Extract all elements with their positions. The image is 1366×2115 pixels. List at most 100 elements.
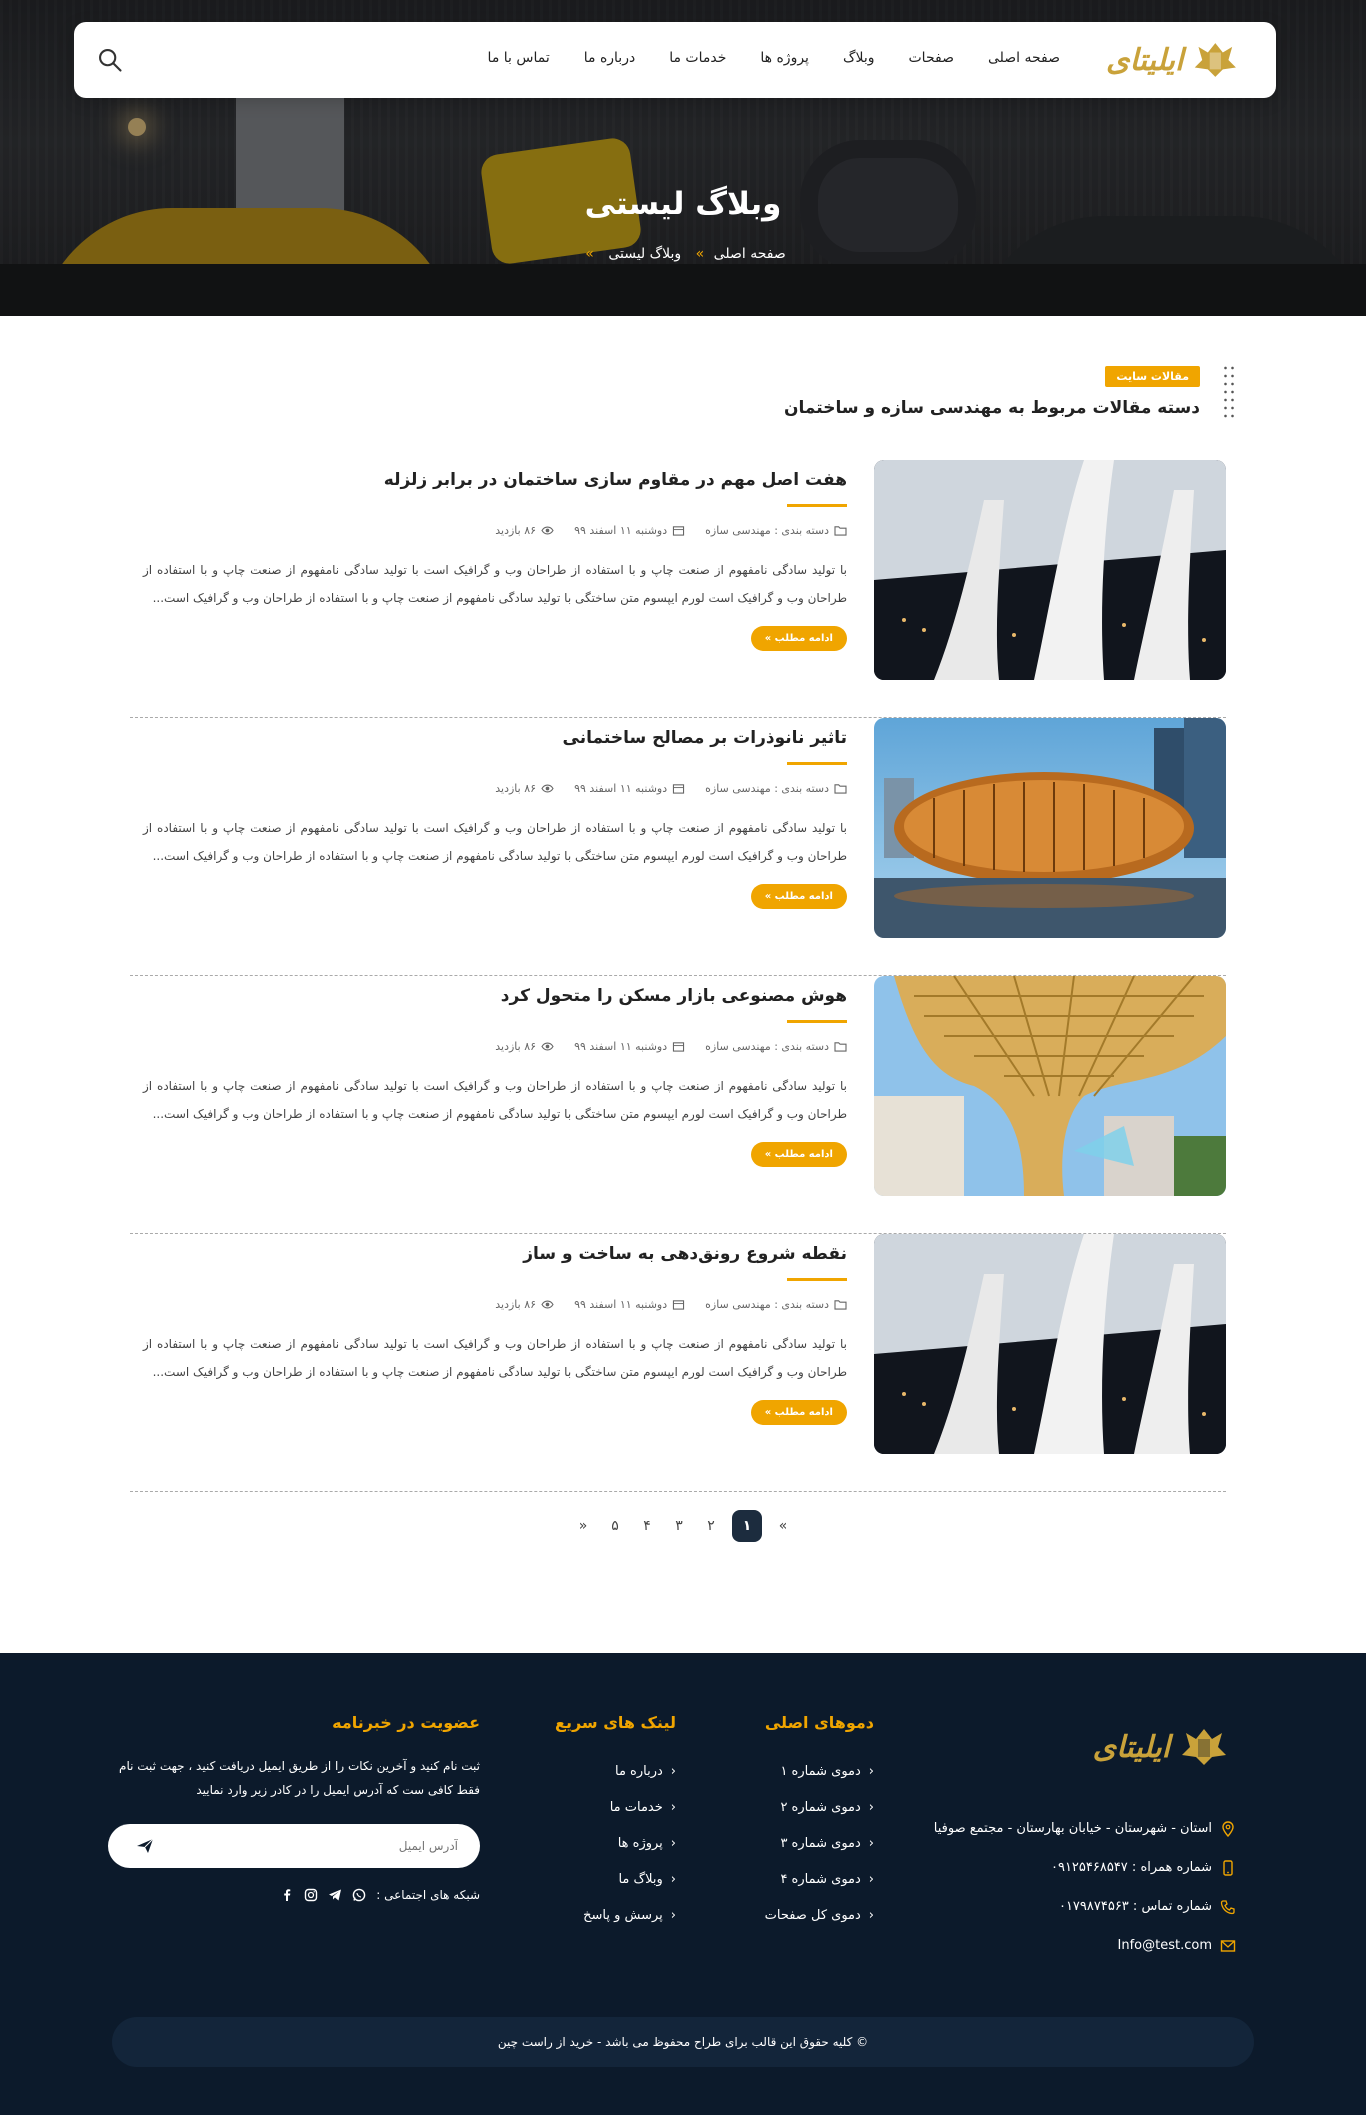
footer-demo-link[interactable]: دموی شماره ۲: [765, 1790, 874, 1826]
post-image[interactable]: [874, 1234, 1226, 1454]
read-more-button[interactable]: ادامه مطلب »: [750, 626, 847, 651]
newsletter-text: ثبت نام کنید و آخرین نکات را از طریق ایم…: [119, 1759, 480, 1797]
contact-phone-text: شماره تماس : ۰۱۷۹۸۷۴۵۶۳: [1058, 1899, 1212, 1914]
post-image-art: [874, 1234, 1226, 1454]
footer-logo[interactable]: ایلیتای: [1093, 1725, 1230, 1769]
post-title[interactable]: تاثیر نانوذرات بر مصالح ساختمانی: [563, 728, 847, 748]
post-title[interactable]: هفت اصل مهم در مقاوم سازی ساختمان در برا…: [384, 470, 847, 490]
breadcrumb-separator: »: [585, 246, 594, 262]
read-more-button[interactable]: ادامه مطلب »: [750, 884, 847, 909]
site-logo[interactable]: ایلیتای: [1106, 34, 1240, 86]
contact-email-link[interactable]: Info@test.com: [1118, 1926, 1212, 1965]
nav-pages[interactable]: صفحات: [909, 50, 954, 66]
facebook-icon[interactable]: [280, 1888, 294, 1902]
title-underline: [787, 762, 847, 765]
post-category-text: دسته بندی : مهندسی سازه: [705, 524, 829, 537]
page-5[interactable]: ۵: [604, 1510, 626, 1542]
contact-mobile-text: شماره همراه : ۰۹۱۲۵۴۶۸۵۴۷: [1050, 1860, 1212, 1875]
footer-demos-title: دموهای اصلی: [764, 1713, 874, 1732]
post-image-art: [874, 718, 1226, 938]
footer-demo-link[interactable]: دموی شماره ۴: [765, 1862, 874, 1898]
title-underline: [787, 1020, 847, 1023]
post-views-text: ۸۶ بازدید: [495, 782, 537, 795]
social-links: شبکه های اجتماعی :: [108, 1888, 480, 1902]
footer-quick-link[interactable]: خدمات ما: [555, 1790, 676, 1826]
telegram-icon[interactable]: [328, 1888, 342, 1902]
copyright-text: © کلیه حقوق این قالب برای طراح محفوظ می …: [497, 2035, 869, 2049]
post-image[interactable]: [874, 976, 1226, 1196]
read-more-button[interactable]: ادامه مطلب »: [750, 1142, 847, 1167]
whatsapp-icon[interactable]: [352, 1888, 366, 1902]
breadcrumb-home[interactable]: صفحه اصلی: [714, 246, 786, 262]
post-image-art: [874, 460, 1226, 680]
post-card: نقطه شروع رونق‌دهی به ساخت و ساز دسته بن…: [130, 1234, 1226, 1492]
nav-projects[interactable]: پروژه ها: [760, 50, 809, 66]
footer-quick-link[interactable]: درباره ما: [555, 1754, 676, 1790]
post-image[interactable]: [874, 718, 1226, 938]
footer-demos: دموهای اصلی دموی شماره ۱ دموی شماره ۲ دم…: [765, 1713, 874, 1934]
post-category: دسته بندی : مهندسی سازه: [705, 1298, 847, 1311]
breadcrumb-current: وبلاگ لیستی: [608, 246, 682, 262]
post-image[interactable]: [874, 460, 1226, 680]
nav-contact[interactable]: تماس با ما: [488, 50, 550, 66]
site-header: ایلیتای صفحه اصلی صفحات وبلاگ پروژه ها خ…: [74, 22, 1276, 98]
newsletter-email-input[interactable]: [180, 1824, 480, 1868]
page-1[interactable]: ۱: [732, 1510, 762, 1542]
search-icon[interactable]: [96, 46, 124, 74]
post-meta: دسته بندی : مهندسی سازه دوشنبه ۱۱ اسفند …: [495, 1298, 847, 1311]
post-excerpt: با تولید سادگی نامفهوم از صنعت چاپ و با …: [143, 1337, 847, 1379]
footer-quick-link[interactable]: پروژه ها: [555, 1826, 676, 1862]
post-date-text: دوشنبه ۱۱ اسفند ۹۹: [574, 524, 668, 537]
footer-demo-link[interactable]: دموی شماره ۱: [765, 1754, 874, 1790]
location-icon: [1222, 1820, 1234, 1837]
footer-quick-link[interactable]: پرسش و پاسخ: [555, 1898, 676, 1934]
footer-quick-title: لینک های سریع: [555, 1713, 676, 1732]
read-more-button[interactable]: ادامه مطلب »: [750, 1400, 847, 1425]
post-meta: دسته بندی : مهندسی سازه دوشنبه ۱۱ اسفند …: [495, 524, 847, 537]
post-date-text: دوشنبه ۱۱ اسفند ۹۹: [574, 1040, 668, 1053]
post-date: دوشنبه ۱۱ اسفند ۹۹: [574, 1298, 685, 1311]
page-4[interactable]: ۴: [636, 1510, 658, 1542]
post-views-text: ۸۶ بازدید: [495, 1040, 537, 1053]
nav-blog[interactable]: وبلاگ: [843, 50, 875, 66]
post-category: دسته بندی : مهندسی سازه: [705, 1040, 847, 1053]
instagram-icon[interactable]: [304, 1888, 318, 1902]
pagination-prev[interactable]: »: [772, 1510, 794, 1542]
dots-decoration: [1222, 364, 1236, 420]
brand-emblem-icon: [1195, 43, 1237, 77]
footer-brand-name: ایلیتای: [1092, 1729, 1170, 1765]
post-title[interactable]: نقطه شروع رونق‌دهی به ساخت و ساز: [523, 1244, 847, 1264]
footer-demo-link[interactable]: دموی شماره ۳: [765, 1826, 874, 1862]
brand-name: ایلیتای: [1106, 42, 1184, 78]
post-date: دوشنبه ۱۱ اسفند ۹۹: [574, 524, 685, 537]
calendar-icon: [673, 1300, 685, 1310]
post-date-text: دوشنبه ۱۱ اسفند ۹۹: [574, 782, 668, 795]
footer-demos-list: دموی شماره ۱ دموی شماره ۲ دموی شماره ۳ د…: [765, 1754, 874, 1934]
eye-icon: [541, 1042, 554, 1051]
calendar-icon: [673, 1042, 685, 1052]
breadcrumb-separator: »: [695, 246, 705, 262]
folder-icon: [834, 1300, 847, 1310]
post-category-text: دسته بندی : مهندسی سازه: [705, 1040, 829, 1053]
nav-home[interactable]: صفحه اصلی: [988, 50, 1060, 66]
mobile-icon: [1223, 1859, 1233, 1876]
footer-quick-links: لینک های سریع درباره ما خدمات ما پروژه ه…: [555, 1713, 676, 1934]
send-icon[interactable]: [136, 1838, 154, 1854]
pagination-next[interactable]: «: [572, 1510, 594, 1542]
page-3[interactable]: ۳: [668, 1510, 690, 1542]
nav-about[interactable]: درباره ما: [584, 50, 635, 66]
section-title: دسته مقالات مربوط به مهندسی سازه و ساختم…: [784, 398, 1200, 418]
eye-icon: [541, 784, 554, 793]
nav-services[interactable]: خدمات ما: [669, 50, 726, 66]
post-meta: دسته بندی : مهندسی سازه دوشنبه ۱۱ اسفند …: [495, 1040, 847, 1053]
page-2[interactable]: ۲: [700, 1510, 722, 1542]
post-excerpt: با تولید سادگی نامفهوم از صنعت چاپ و با …: [143, 1079, 847, 1121]
calendar-icon: [673, 526, 685, 536]
footer-quick-link[interactable]: وبلاگ ما: [555, 1862, 676, 1898]
contact-mobile: شماره همراه : ۰۹۱۲۵۴۶۸۵۴۷: [934, 1848, 1236, 1887]
post-title[interactable]: هوش مصنوعی بازار مسکن را متحول کرد: [501, 986, 847, 1006]
post-views-text: ۸۶ بازدید: [495, 524, 537, 537]
post-list: هفت اصل مهم در مقاوم سازی ساختمان در برا…: [130, 460, 1226, 1492]
post-card: تاثیر نانوذرات بر مصالح ساختمانی دسته بن…: [130, 718, 1226, 976]
footer-demo-link[interactable]: دموی کل صفحات: [765, 1898, 874, 1934]
